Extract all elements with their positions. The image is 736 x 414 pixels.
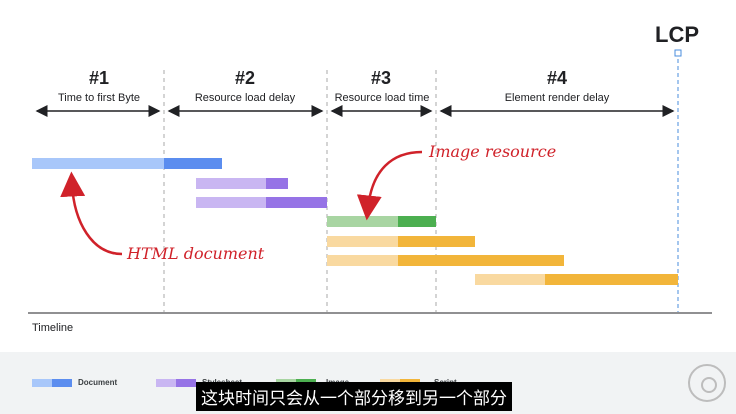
lcp-label: LCP [655, 22, 699, 47]
legend-stylesheet-swatch-light [156, 379, 176, 387]
chrome-logo-icon [688, 364, 726, 402]
phase-1-number: #1 [88, 68, 110, 88]
script-1-bar-download [398, 236, 475, 247]
lcp-marker [674, 49, 682, 57]
image-resource-arrow [356, 150, 423, 221]
legend-document-swatch-light [32, 379, 52, 387]
image-bar-download [398, 216, 436, 227]
script-2-bar-wait [327, 255, 398, 266]
chrome-logo-center [701, 377, 717, 393]
stylesheet-1-bar-download [266, 178, 288, 189]
html-document-annotation: HTML document [127, 244, 265, 263]
html-document-arrow [60, 171, 123, 256]
phase-3-label: Resource load time [334, 92, 430, 104]
phase-2-label: Resource load delay [194, 92, 296, 104]
phase-2-number: #2 [234, 68, 256, 88]
stylesheet-2-bar-wait [196, 197, 266, 208]
script-2-bar-download [398, 255, 564, 266]
phase-1-label: Time to first Byte [57, 92, 141, 104]
document-bar-download [164, 158, 222, 169]
legend-document-swatch-dark [52, 379, 72, 387]
legend-document-label: Document [78, 378, 118, 387]
script-3-bar-wait [475, 274, 545, 285]
stylesheet-2-bar-download [266, 197, 327, 208]
script-1-bar-wait [327, 236, 398, 247]
stylesheet-1-bar-wait [196, 178, 266, 189]
timeline-label: Timeline [32, 322, 74, 334]
document-bar-wait [32, 158, 164, 169]
video-subtitle: 这块时间只会从一个部分移到另一个部分 [196, 382, 512, 411]
phase-4-number: #4 [546, 68, 568, 88]
legend-stylesheet-swatch-dark [176, 379, 196, 387]
phase-4-label: Element render delay [504, 92, 610, 104]
image-bar-wait [327, 216, 398, 227]
script-3-bar-download [545, 274, 678, 285]
phase-3-number: #3 [370, 68, 392, 88]
image-resource-annotation: Image resource [429, 142, 557, 161]
